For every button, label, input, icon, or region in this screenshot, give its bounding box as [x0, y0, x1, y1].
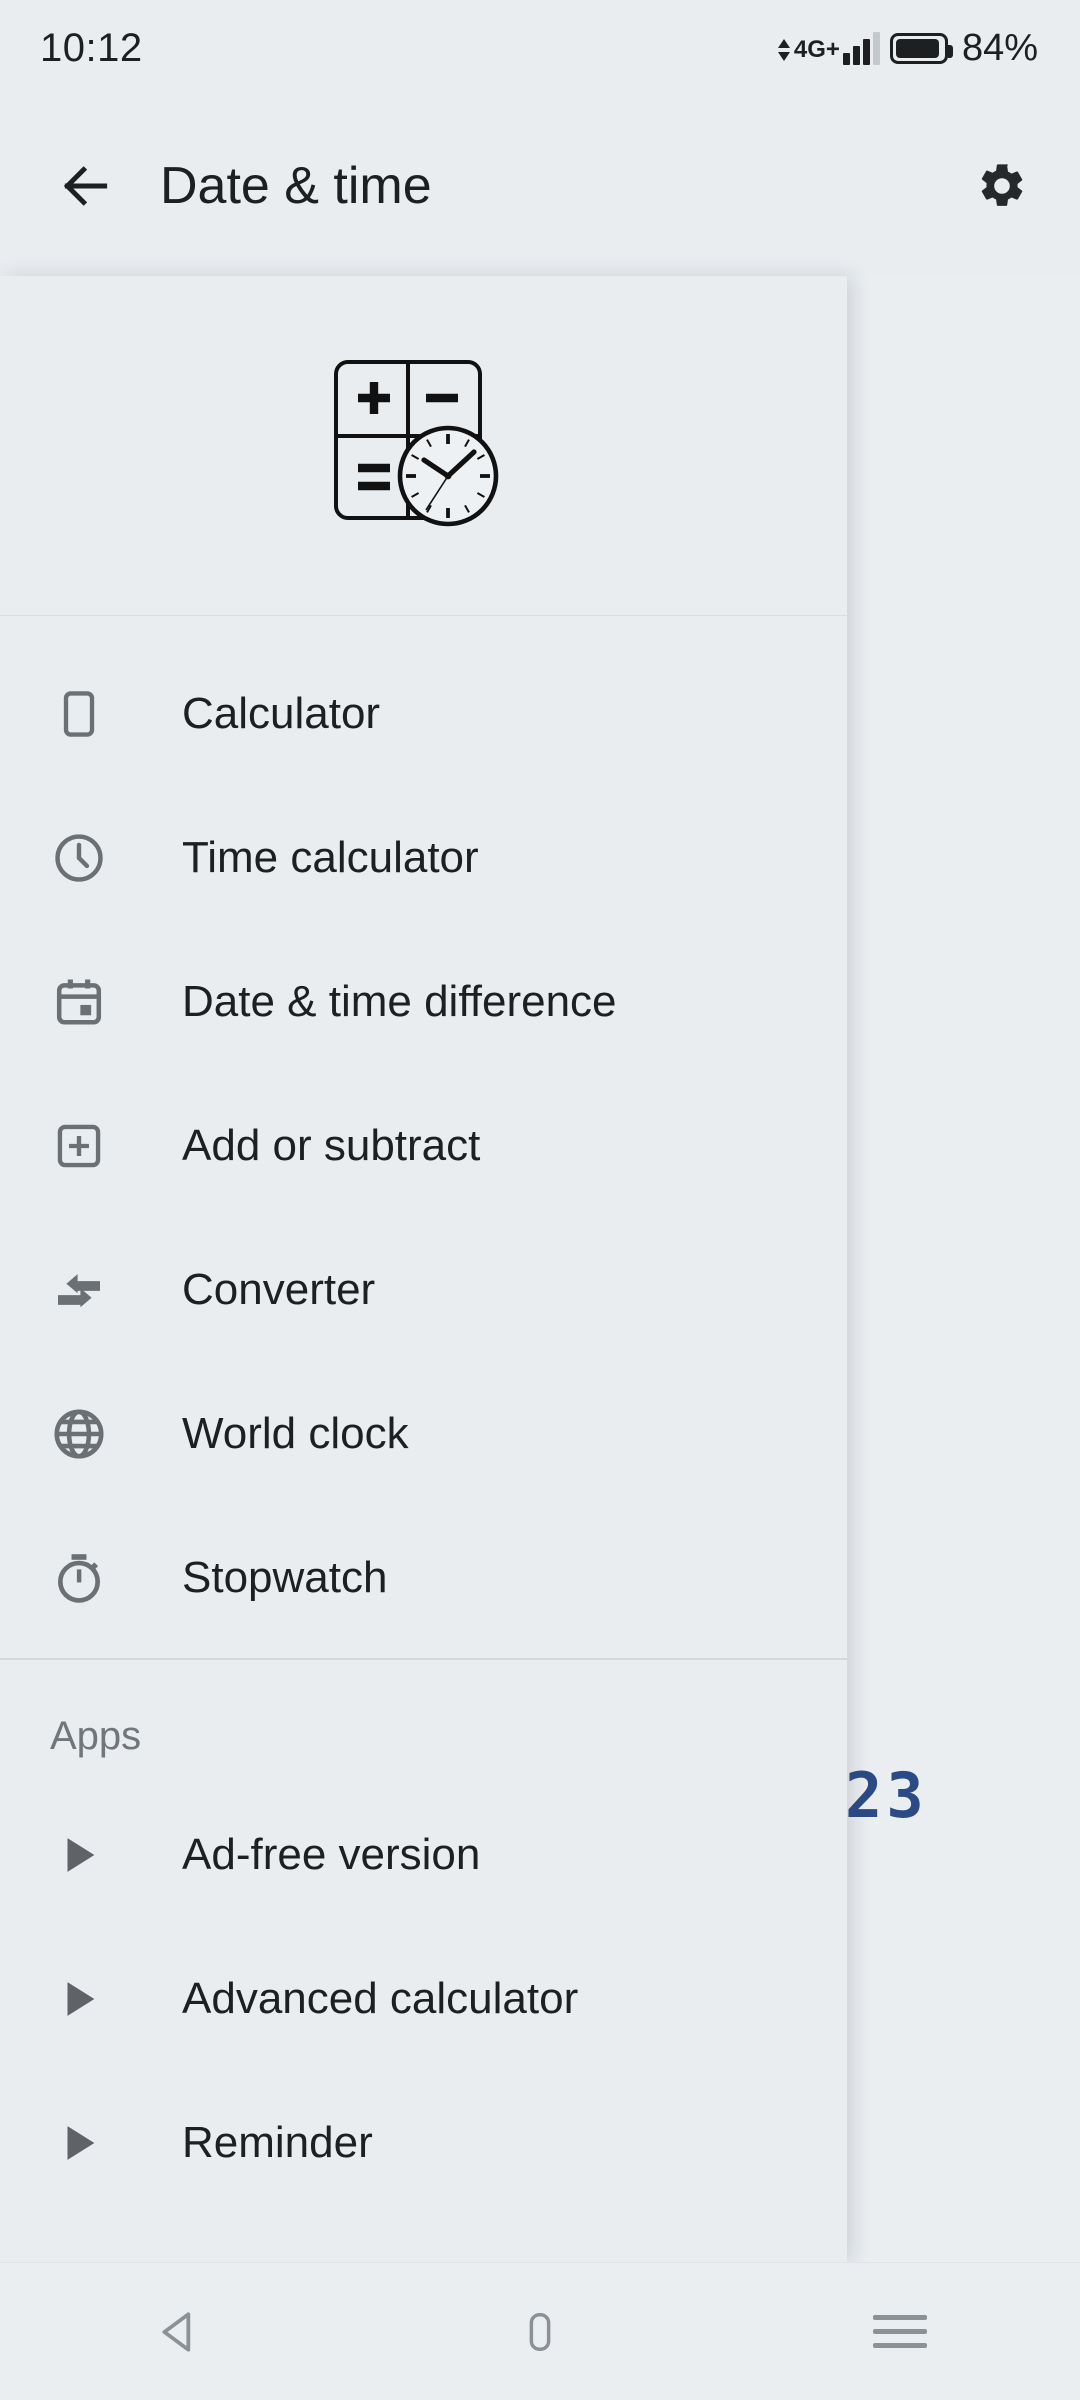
stopwatch-icon — [40, 1550, 118, 1606]
navigation-drawer: Calculator Time calculator Date & time d… — [0, 276, 847, 2262]
nav-item-label: Converter — [182, 1265, 376, 1314]
status-bar: 10:12 4G+ 84% — [0, 0, 1080, 96]
lcd-value: 23 — [845, 1759, 928, 1832]
calculator-clock-logo — [333, 359, 498, 526]
nav-item-label: Stopwatch — [182, 1553, 388, 1602]
nav-item-label: Date & time difference — [182, 977, 617, 1026]
nav-item-reminder[interactable]: Reminder — [0, 2071, 847, 2215]
back-button[interactable] — [48, 148, 124, 224]
nav-item-calculator[interactable]: Calculator — [0, 642, 847, 786]
nav-item-label: Advanced calculator — [182, 1973, 579, 2023]
app-bar: Date & time — [0, 96, 1080, 276]
data-updown-icon — [777, 38, 791, 61]
network-type-label: 4G+ — [793, 35, 840, 63]
clock-icon — [40, 830, 118, 886]
nav-home-icon — [529, 2312, 551, 2351]
nav-item-label: Add or subtract — [182, 1121, 481, 1170]
status-clock: 10:12 — [40, 25, 143, 70]
status-indicators: 4G+ 84% — [777, 27, 1038, 70]
play-triangle-icon — [40, 1976, 118, 2022]
nav-item-stopwatch[interactable]: Stopwatch — [0, 1506, 847, 1650]
system-recents-button[interactable] — [840, 2282, 960, 2382]
signal-bars-icon — [842, 31, 880, 65]
drawer-header — [0, 276, 847, 616]
page-title: Date & time — [160, 157, 432, 215]
nav-item-label: Reminder — [182, 2117, 373, 2167]
system-back-button[interactable] — [120, 2282, 240, 2382]
nav-item-label: Time calculator — [182, 833, 479, 882]
battery-percent-label: 84% — [961, 26, 1038, 69]
play-triangle-icon — [40, 1832, 118, 1878]
gear-icon — [981, 164, 1023, 206]
nav-item-label: Ad-free version — [182, 1829, 481, 1879]
arrow-left-icon — [63, 166, 108, 206]
nav-item-converter[interactable]: Converter — [0, 1218, 847, 1362]
nav-item-label: World clock — [182, 1409, 409, 1458]
calculator-icon — [40, 688, 118, 740]
system-home-button[interactable] — [480, 2282, 600, 2382]
globe-icon — [40, 1405, 118, 1463]
play-triangle-icon — [40, 2120, 118, 2166]
plus-square-icon — [40, 1120, 118, 1172]
nav-item-time-calculator[interactable]: Time calculator — [0, 786, 847, 930]
nav-item-world-clock[interactable]: World clock — [0, 1362, 847, 1506]
apps-section-header: Apps — [50, 1713, 142, 1758]
nav-back-triangle-icon — [162, 2311, 191, 2352]
network-indicator: 4G+ — [777, 31, 880, 65]
nav-item-date-time-difference[interactable]: Date & time difference — [0, 930, 847, 1074]
drawer-main-section: Calculator Time calculator Date & time d… — [0, 616, 847, 1658]
system-navigation-bar — [0, 2262, 1080, 2400]
nav-item-advanced-calculator[interactable]: Advanced calculator — [0, 1927, 847, 2071]
battery-icon — [889, 32, 953, 64]
nav-item-add-or-subtract[interactable]: Add or subtract — [0, 1074, 847, 1218]
nav-item-ad-free-version[interactable]: Ad-free version — [0, 1783, 847, 1927]
calendar-icon — [40, 975, 118, 1029]
nav-recents-icon — [873, 2306, 927, 2357]
nav-item-label: Calculator — [182, 689, 381, 738]
settings-button[interactable] — [964, 148, 1040, 224]
drawer-apps-section: Apps Ad-free version Advanced calculator… — [0, 1660, 847, 2215]
convert-arrows-icon — [40, 1262, 118, 1318]
